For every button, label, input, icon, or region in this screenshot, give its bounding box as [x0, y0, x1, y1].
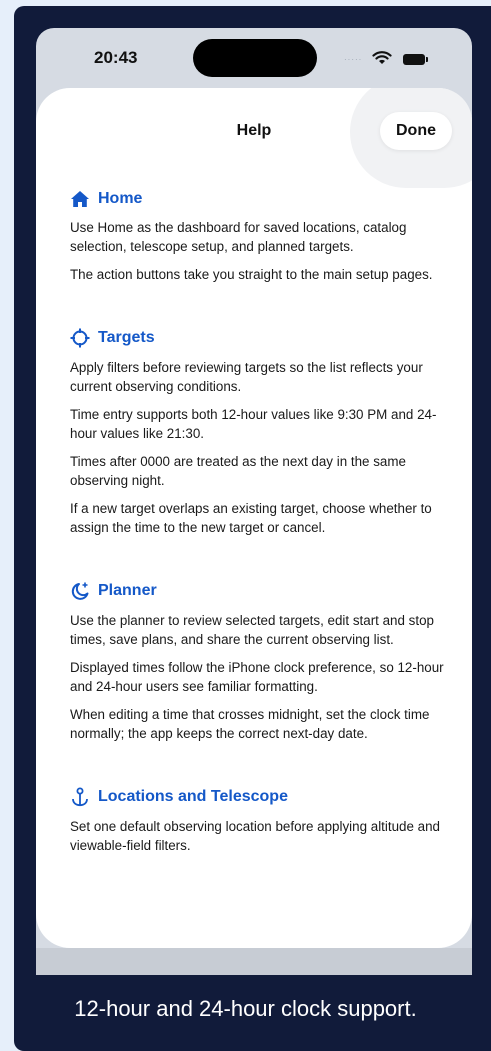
section-title: Home: [98, 190, 143, 207]
section-paragraph: Set one default observing location befor…: [70, 819, 440, 853]
section-title: Planner: [98, 582, 157, 599]
section-locations: Locations and Telescope Set one default …: [70, 787, 450, 855]
house-icon: [71, 191, 89, 207]
phone-screen: 20:43 ····· Help Done Home Use Home as t…: [36, 28, 472, 975]
section-paragraph: If a new target overlaps an existing tar…: [70, 501, 432, 535]
section-paragraph: When editing a time that crosses midnigh…: [70, 707, 430, 741]
signal-icon: ·····: [344, 55, 363, 64]
section-paragraph: Time entry supports both 12-hour values …: [70, 407, 437, 441]
status-time: 20:43: [94, 48, 138, 67]
section-planner: Planner Use the planner to review select…: [70, 581, 450, 743]
caption: 12-hour and 24-hour clock support.: [74, 996, 417, 1021]
section-heading: Home: [70, 190, 450, 208]
battery-icon: [403, 54, 428, 65]
moon-stars-icon: [71, 582, 89, 600]
section-paragraph: The action buttons take you straight to …: [70, 267, 433, 282]
section-targets: Targets Apply filters before reviewing t…: [70, 328, 450, 537]
wifi-icon: [372, 51, 392, 64]
section-paragraph: Use the planner to review selected targe…: [70, 613, 434, 647]
section-heading: Targets: [70, 328, 450, 348]
section-paragraph: Displayed times follow the iPhone clock …: [70, 660, 444, 694]
scope-icon: [70, 328, 90, 348]
anchor-pin-icon: [72, 787, 88, 807]
dynamic-island: [193, 39, 317, 77]
section-heading: Planner: [70, 581, 450, 601]
section-home: Home Use Home as the dashboard for saved…: [70, 190, 450, 284]
section-title: Targets: [98, 329, 155, 346]
section-paragraph: Apply filters before reviewing targets s…: [70, 360, 423, 394]
section-title: Locations and Telescope: [98, 788, 288, 805]
sheet-bottom-strip: [36, 948, 472, 975]
help-content: Home Use Home as the dashboard for saved…: [70, 190, 450, 899]
done-button[interactable]: Done: [380, 112, 452, 150]
help-sheet: Help Done Home Use Home as the dashboard…: [36, 88, 472, 948]
section-paragraph: Times after 0000 are treated as the next…: [70, 454, 406, 488]
section-heading: Locations and Telescope: [70, 787, 450, 807]
section-paragraph: Use Home as the dashboard for saved loca…: [70, 220, 407, 254]
